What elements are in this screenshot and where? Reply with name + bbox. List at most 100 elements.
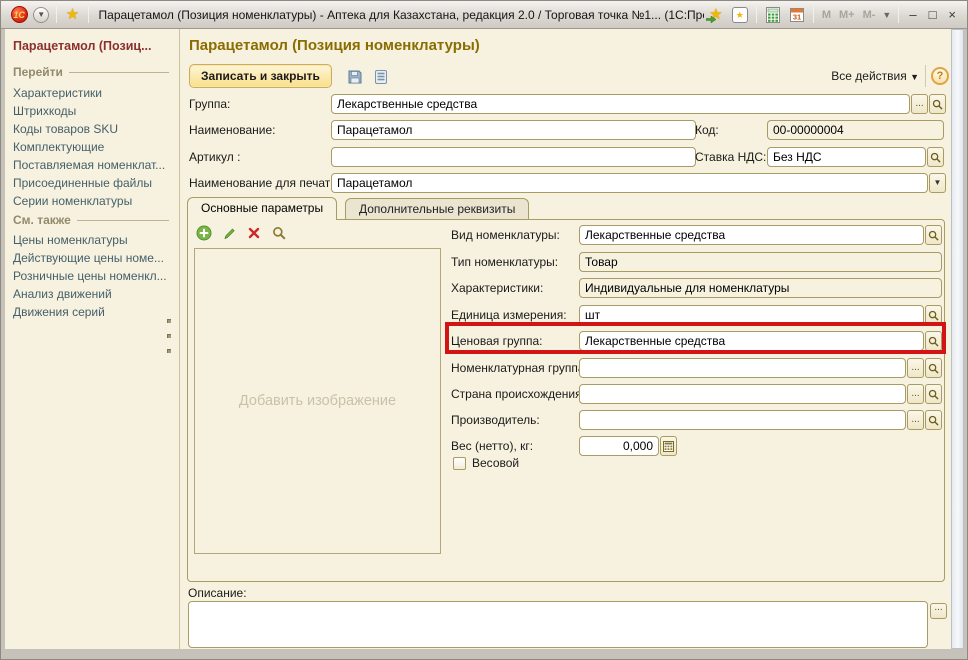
nav-splitter[interactable]	[179, 29, 180, 649]
description-label: Описание:	[188, 586, 247, 600]
checkbox-icon	[453, 457, 466, 470]
characteristics-field[interactable]: Индивидуальные для номенклатуры	[579, 278, 942, 298]
kind-search-button[interactable]	[925, 225, 942, 245]
sidebar-item-movement-analysis[interactable]: Анализ движений	[13, 287, 112, 301]
close-button[interactable]: ×	[948, 5, 956, 25]
favorites-star-icon[interactable]: ★	[63, 5, 81, 25]
titlebar-separator	[88, 6, 89, 23]
name-row: Наименование: Парацетамол	[189, 120, 696, 140]
weight-label: Вес (нетто), кг:	[451, 436, 579, 456]
sidebar-item-nomenclature-series[interactable]: Серии номенклатуры	[13, 194, 132, 208]
favorites-list-icon[interactable]: ★	[730, 5, 750, 25]
price-group-field[interactable]: Лекарственные средства	[579, 331, 924, 351]
price-group-row: Ценовая группа: Лекарственные средства	[451, 331, 942, 351]
vertical-scrollbar[interactable]	[951, 29, 964, 649]
add-to-favorites-icon[interactable]: ★	[706, 5, 726, 25]
help-button[interactable]: ?	[931, 67, 949, 85]
manufacturer-search-button[interactable]	[925, 410, 942, 430]
minimize-button[interactable]: –	[909, 5, 916, 25]
name-field[interactable]: Парацетамол	[331, 120, 696, 140]
zoom-image-button[interactable]	[270, 224, 288, 242]
splitter-grip-dot[interactable]	[167, 349, 171, 353]
kind-field[interactable]: Лекарственные средства	[579, 225, 924, 245]
memory-m-minus-button[interactable]: M-	[863, 9, 876, 21]
nomenclature-group-field[interactable]	[579, 358, 906, 378]
manufacturer-ellipsis-button[interactable]: ...	[907, 410, 924, 430]
print-name-field[interactable]: Парацетамол	[331, 173, 928, 193]
image-placeholder: Добавить изображение	[239, 393, 396, 409]
sidebar-item-series-movements[interactable]: Движения серий	[13, 305, 105, 319]
group-search-button[interactable]	[929, 94, 946, 114]
maximize-button[interactable]: □	[929, 5, 937, 25]
group-ellipsis-button[interactable]: ...	[911, 94, 928, 114]
weighted-checkbox[interactable]: Весовой	[453, 456, 519, 470]
group-row: Группа: Лекарственные средства ...	[189, 94, 946, 114]
titlebar-separator	[756, 6, 757, 23]
unit-search-button[interactable]	[925, 305, 942, 325]
code-field[interactable]: 00-00000004	[767, 120, 944, 140]
country-field[interactable]	[579, 384, 906, 404]
vat-label: Ставка НДС:	[695, 147, 767, 167]
group-label: Группа:	[189, 94, 331, 114]
nomenclature-group-search-button[interactable]	[925, 358, 942, 378]
sidebar-item-components[interactable]: Комплектующие	[13, 140, 104, 154]
vat-field[interactable]: Без НДС	[767, 147, 926, 167]
sidebar-item-supplied-nomenclature[interactable]: Поставляемая номенклат...	[13, 158, 165, 172]
manufacturer-row: Производитель: ...	[451, 410, 942, 430]
edit-image-button[interactable]	[220, 224, 238, 242]
characteristics-row: Характеристики: Индивидуальные для номен…	[451, 278, 942, 298]
country-ellipsis-button[interactable]: ...	[907, 384, 924, 404]
splitter-grip-dot[interactable]	[167, 319, 171, 323]
print-name-dropdown-button[interactable]: ▼	[929, 173, 946, 193]
group-field[interactable]: Лекарственные средства	[331, 94, 910, 114]
article-row: Артикул :	[189, 147, 696, 167]
list-icon-button[interactable]	[371, 67, 391, 87]
app-window: 1С ▼ ★ Парацетамол (Позиция номенклатуры…	[0, 0, 968, 660]
weight-field[interactable]: 0,000	[579, 436, 659, 456]
save-icon-button[interactable]	[345, 67, 365, 87]
system-menu-button[interactable]: ▼	[32, 5, 50, 25]
unit-label: Единица измерения:	[451, 305, 579, 325]
tab-additional-attributes[interactable]: Дополнительные реквизиты	[345, 198, 529, 219]
country-row: Страна происхождения: ...	[451, 384, 942, 404]
calculator-icon[interactable]	[763, 5, 783, 25]
titlebar-separator	[898, 6, 899, 23]
unit-field[interactable]: шт	[579, 305, 924, 325]
memory-m-button[interactable]: M	[822, 9, 831, 21]
sidebar-item-nomenclature-prices[interactable]: Цены номенклатуры	[13, 233, 128, 247]
article-label: Артикул :	[189, 147, 331, 167]
sidebar-item-barcodes[interactable]: Штрихкоды	[13, 104, 76, 118]
description-textarea[interactable]	[188, 601, 928, 648]
print-name-label: Наименование для печати:	[189, 173, 331, 193]
description-ellipsis-button[interactable]: ...	[930, 603, 947, 619]
manufacturer-field[interactable]	[579, 410, 906, 430]
sidebar-item-retail-prices[interactable]: Розничные цены номенкл...	[13, 269, 167, 283]
delete-image-button[interactable]	[245, 224, 263, 242]
sidebar-item-sku-codes[interactable]: Коды товаров SKU	[13, 122, 118, 136]
sidebar-item-characteristics[interactable]: Характеристики	[13, 86, 102, 100]
memory-m-plus-button[interactable]: M+	[839, 9, 855, 21]
save-and-close-button[interactable]: Записать и закрыть	[189, 64, 332, 88]
weight-calculator-button[interactable]	[660, 436, 677, 456]
all-actions-button[interactable]: Все действия ▼	[789, 69, 919, 83]
type-row: Тип номенклатуры: Товар	[451, 252, 942, 272]
image-area[interactable]: Добавить изображение	[194, 248, 441, 554]
splitter-grip-dot[interactable]	[167, 334, 171, 338]
price-group-search-button[interactable]	[925, 331, 942, 351]
nomenclature-group-ellipsis-button[interactable]: ...	[907, 358, 924, 378]
window-title: Парацетамол (Позиция номенклатуры) - Апт…	[99, 8, 704, 22]
sidebar-section-see-also: См. также	[13, 213, 169, 227]
country-search-button[interactable]	[925, 384, 942, 404]
calendar-icon[interactable]: 31	[787, 5, 807, 25]
sidebar-item-attached-files[interactable]: Присоединенные файлы	[13, 176, 152, 190]
article-field[interactable]	[331, 147, 696, 167]
command-bar-separator	[925, 65, 926, 87]
price-group-label: Ценовая группа:	[451, 331, 579, 351]
type-field[interactable]: Товар	[579, 252, 942, 272]
sidebar-item-current-prices[interactable]: Действующие цены номе...	[13, 251, 164, 265]
toolbar-overflow-icon[interactable]: ▼	[882, 10, 891, 20]
add-image-button[interactable]	[195, 224, 213, 242]
vat-search-button[interactable]	[927, 147, 944, 167]
tab-main-parameters[interactable]: Основные параметры	[187, 197, 337, 220]
sidebar-section-goto: Перейти	[13, 65, 169, 79]
